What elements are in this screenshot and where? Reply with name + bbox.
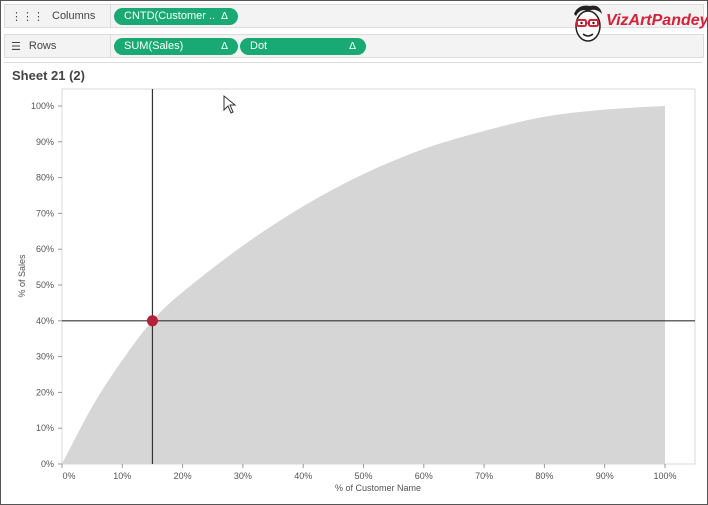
y-tick-label: 80% xyxy=(36,173,54,183)
x-tick-label: 0% xyxy=(62,471,75,481)
y-tick-label: 20% xyxy=(36,387,54,397)
x-tick-label: 90% xyxy=(596,471,614,481)
y-tick-label: 10% xyxy=(36,423,54,433)
x-tick-label: 30% xyxy=(234,471,252,481)
y-tick-label: 90% xyxy=(36,137,54,147)
y-tick-label: 50% xyxy=(36,280,54,290)
chart[interactable]: 0% 10% 20% 30% 40% 50% 60% 70% 80% 90% 100% 0% 10% 2… xyxy=(0,0,708,505)
x-tick-label: 70% xyxy=(475,471,493,481)
x-tick-label: 60% xyxy=(415,471,433,481)
y-tick-label: 30% xyxy=(36,352,54,362)
x-axis-label: % of Customer Name xyxy=(335,483,421,493)
y-tick-label: 100% xyxy=(31,101,54,111)
x-tick-label: 50% xyxy=(354,471,372,481)
y-axis-ticks: 0% 10% 20% 30% 40% 50% 60% 70% 80% 90% 100% xyxy=(31,101,62,469)
y-tick-label: 40% xyxy=(36,316,54,326)
x-tick-label: 20% xyxy=(174,471,192,481)
y-tick-label: 0% xyxy=(41,459,54,469)
x-tick-label: 80% xyxy=(535,471,553,481)
y-axis-label: % of Sales xyxy=(17,254,27,298)
y-tick-label: 70% xyxy=(36,208,54,218)
y-tick-label: 60% xyxy=(36,244,54,254)
x-axis-ticks: 0% 10% 20% 30% 40% 50% 60% 70% 80% 90% 100% xyxy=(61,464,677,481)
x-tick-label: 100% xyxy=(653,471,676,481)
dot-marker[interactable] xyxy=(146,315,158,327)
mouse-cursor-icon xyxy=(223,94,237,114)
x-tick-label: 40% xyxy=(294,471,312,481)
x-tick-label: 10% xyxy=(113,471,131,481)
